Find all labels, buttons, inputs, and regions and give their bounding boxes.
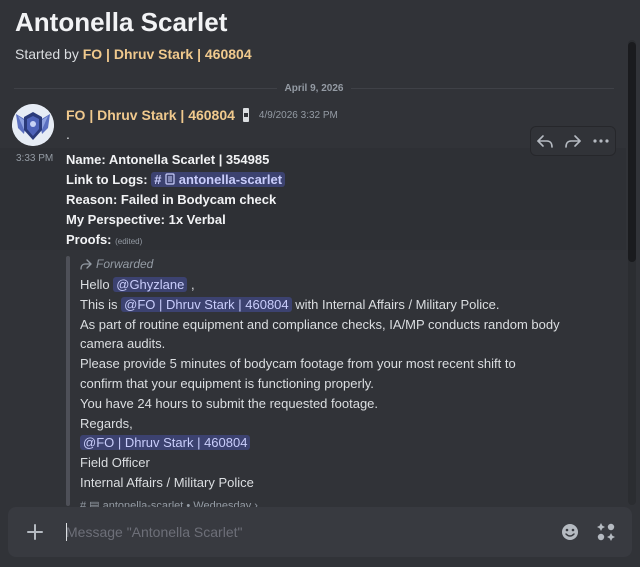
comma-text: , bbox=[187, 277, 195, 292]
avatar[interactable] bbox=[12, 104, 54, 146]
field-name: Name: Antonella Scarlet | 354985 bbox=[66, 150, 285, 170]
fwd-line-8: Regards, bbox=[80, 415, 133, 431]
reply-button[interactable] bbox=[534, 130, 556, 152]
forum-channel-icon bbox=[165, 173, 175, 185]
avatar-emblem-icon bbox=[12, 104, 54, 146]
started-by-prefix: Started by bbox=[15, 46, 83, 62]
date-divider: April 9, 2026 bbox=[14, 80, 615, 96]
message-first-line: . bbox=[66, 126, 70, 142]
fwd-line-signature: @FO | Dhruv Stark | 460804 bbox=[80, 433, 610, 453]
channel-mention[interactable]: # antonella-scarlet bbox=[151, 172, 286, 187]
field-name-label: Name: bbox=[66, 152, 106, 167]
thread-title: Antonella Scarlet bbox=[15, 7, 228, 37]
field-logs-label: Link to Logs: bbox=[66, 172, 148, 187]
field-reason: Reason: Failed in Bodycam check bbox=[66, 190, 285, 210]
field-link-to-logs: Link to Logs: # antonella-scarlet bbox=[66, 170, 286, 190]
message-actions-toolbar bbox=[530, 126, 616, 156]
fwd-line-6: confirm that your equipment is functioni… bbox=[80, 375, 374, 391]
emoji-button[interactable] bbox=[560, 522, 580, 542]
signature-mention[interactable]: @FO | Dhruv Stark | 460804 bbox=[80, 435, 251, 451]
field-perspective-value: 1x Verbal bbox=[165, 212, 226, 227]
field-reason-label: Reason: bbox=[66, 192, 118, 207]
edited-tag: (edited) bbox=[115, 237, 143, 246]
message-fields: Name: Antonella Scarlet | 354985 Link to… bbox=[66, 150, 286, 250]
divider-line-right bbox=[351, 87, 615, 89]
forwarded-text: Forwarded bbox=[96, 257, 154, 271]
hello-text: Hello bbox=[80, 277, 114, 292]
role-badge-icon bbox=[242, 108, 249, 122]
channel-hash-icon: # bbox=[154, 172, 162, 187]
date-divider-label: April 9, 2026 bbox=[284, 82, 344, 94]
fwd-line-7: You have 24 hours to submit the requeste… bbox=[80, 395, 379, 411]
more-icon bbox=[593, 139, 609, 143]
forwarded-message-body: Hello @Ghyzlane , This is @FO | Dhruv St… bbox=[80, 275, 610, 493]
message-side-time: 3:33 PM bbox=[16, 153, 54, 164]
fwd-line-10: Field Officer bbox=[80, 455, 150, 471]
field-proofs-label: Proofs: bbox=[66, 232, 112, 247]
message-author[interactable]: FO | Dhruv Stark | 460804 bbox=[66, 107, 235, 123]
fwd-line-3: As part of routine equipment and complia… bbox=[80, 316, 560, 332]
message-timestamp: 4/9/2026 3:32 PM bbox=[258, 109, 338, 121]
this-is-text: This is bbox=[80, 296, 122, 312]
channel-mention-name: antonella-scarlet bbox=[178, 172, 283, 187]
message-composer bbox=[8, 507, 632, 557]
fwd-line-4: camera audits. bbox=[80, 336, 166, 352]
more-options-button[interactable] bbox=[590, 130, 612, 152]
fwd-line-hello: Hello @Ghyzlane , bbox=[80, 275, 610, 295]
fwd-line-intro: This is @FO | Dhruv Stark | 460804 with … bbox=[80, 295, 610, 315]
scrollbar-thumb[interactable] bbox=[628, 42, 636, 262]
apps-icon bbox=[597, 523, 615, 541]
user-mention[interactable]: @Ghyzlane bbox=[113, 277, 188, 292]
forward-icon bbox=[565, 135, 581, 148]
divider-line-left bbox=[14, 87, 277, 89]
emoji-icon bbox=[562, 524, 578, 540]
apps-button[interactable] bbox=[596, 522, 616, 542]
started-by: Started by FO | Dhruv Stark | 460804 bbox=[15, 45, 615, 63]
attach-button[interactable] bbox=[24, 521, 46, 543]
field-reason-value: Failed in Bodycam check bbox=[117, 192, 277, 207]
officer-mention[interactable]: @FO | Dhruv Stark | 460804 bbox=[121, 296, 292, 312]
forward-quote-bar bbox=[66, 256, 70, 506]
field-perspective-label: My Perspective: bbox=[66, 212, 165, 227]
thread-header: Antonella Scarlet Started by FO | Dhruv … bbox=[15, 5, 615, 63]
text-cursor bbox=[66, 523, 67, 541]
field-name-value: Antonella Scarlet | 354985 bbox=[105, 152, 270, 167]
field-proofs: Proofs: (edited) bbox=[66, 230, 285, 250]
forward-button[interactable] bbox=[562, 130, 584, 152]
message-input[interactable] bbox=[66, 520, 536, 544]
forwarded-label: Forwarded bbox=[80, 257, 153, 271]
with-text: with Internal Affairs / Military Police. bbox=[291, 296, 500, 312]
fwd-line-11: Internal Affairs / Military Police bbox=[80, 474, 254, 490]
forwarded-arrow-icon bbox=[80, 259, 92, 270]
started-by-author[interactable]: FO | Dhruv Stark | 460804 bbox=[83, 46, 252, 62]
plus-icon bbox=[27, 524, 43, 540]
message-header: FO | Dhruv Stark | 460804 4/9/2026 3:32 … bbox=[66, 107, 338, 123]
reply-icon bbox=[537, 135, 553, 148]
fwd-line-5: Please provide 5 minutes of bodycam foot… bbox=[80, 356, 516, 372]
field-perspective: My Perspective: 1x Verbal bbox=[66, 210, 285, 230]
